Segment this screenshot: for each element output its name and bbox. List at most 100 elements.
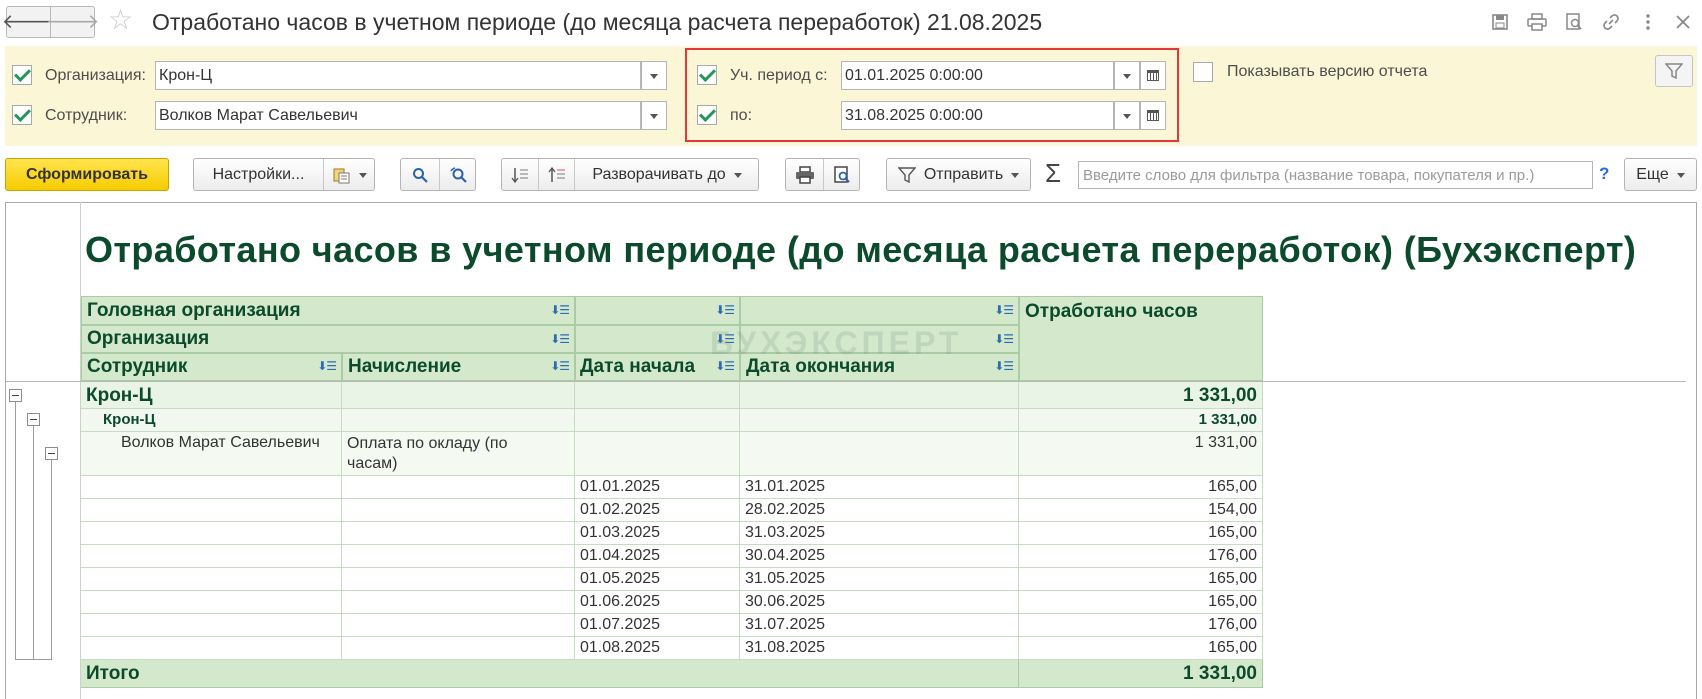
print-preview-button[interactable] [823,159,860,190]
group-row-org[interactable]: Крон-Ц 1 331,00 [81,409,1263,432]
table-row[interactable]: 01.01.2025 31.01.2025 165,00 [81,476,1263,499]
search-filter-input[interactable]: Введите слово для фильтра (название това… [1078,161,1593,189]
collapse-group1-icon[interactable] [9,389,22,402]
search-button[interactable] [401,159,439,190]
period-from-checkbox[interactable] [697,65,717,85]
sum-sigma-icon[interactable]: Σ [1045,160,1061,186]
organization-checkbox[interactable] [12,65,32,85]
collapse-group3-icon[interactable] [45,447,58,460]
group3-hours: 1 331,00 [1019,432,1263,476]
more-label: Еще [1636,165,1669,183]
period-to-dropdown-button[interactable] [1114,101,1140,130]
expand-to-button[interactable]: Разворачивать до [574,159,759,190]
sort-icon[interactable]: ⬇☰ [550,303,570,317]
send-label: Отправить [923,165,1004,183]
close-icon[interactable] [1671,10,1695,34]
link-icon[interactable] [1599,10,1623,34]
period-from-dropdown-button[interactable] [1114,61,1140,90]
sort-icon[interactable]: ⬇☰ [715,303,735,317]
show-version-checkbox[interactable] [1193,62,1213,82]
collapse-all-button[interactable] [502,159,538,190]
table-row[interactable]: 01.07.2025 31.07.2025 176,00 [81,614,1263,637]
expand-icon [547,166,565,182]
empty-cell [575,432,740,476]
send-button[interactable]: Отправить [886,158,1031,191]
table-row[interactable]: 01.03.2025 31.03.2025 165,00 [81,522,1263,545]
help-icon[interactable]: ? [1599,164,1609,184]
settings-button-group: Настройки... [193,158,375,191]
sort-icon[interactable]: ⬇☰ [550,359,570,373]
expand-button-group: Разворачивать до [501,158,759,191]
organization-dropdown-button[interactable] [641,61,667,90]
date-end-cell: 30.06.2025 [740,591,1019,614]
group2-hours: 1 331,00 [1019,409,1263,432]
empty-cell [575,409,740,432]
window-title: Отработано часов в учетном периоде (до м… [152,9,1043,35]
more-icon[interactable] [1636,10,1660,34]
period-to-calendar-icon[interactable] [1140,101,1166,130]
date-end-cell: 31.01.2025 [740,476,1019,499]
date-start-cell: 01.07.2025 [575,614,740,637]
date-end-cell: 31.05.2025 [740,568,1019,591]
period-from-field[interactable]: 01.01.2025 0:00:00 [841,61,1114,90]
sort-icon[interactable]: ⬇☰ [550,332,570,346]
search-next-button[interactable] [439,159,476,190]
back-button[interactable]: 🡐 [2,6,55,38]
empty-cell [342,382,575,409]
settings-button[interactable]: Настройки... [194,159,323,190]
expand-all-button[interactable] [538,159,574,190]
sort-icon[interactable]: ⬇☰ [994,332,1014,346]
print-report-button[interactable] [786,159,823,190]
date-end-cell: 31.07.2025 [740,614,1019,637]
group3-accrual-line1: Оплата по окладу (по [347,435,508,452]
favorite-star-icon[interactable]: ☆ [108,6,133,34]
empty-cell [81,545,342,568]
group-row-head-org[interactable]: Крон-Ц 1 331,00 [81,382,1263,409]
organization-field[interactable]: Крон-Ц [155,61,641,90]
date-start-cell: 01.02.2025 [575,499,740,522]
period-to-label: по: [730,107,753,124]
header-hours-text: Отработано часов [1025,301,1198,322]
table-row[interactable]: 01.08.2025 31.08.2025 165,00 [81,637,1263,660]
employee-field[interactable]: Волков Марат Савельевич [155,101,641,130]
period-to-checkbox[interactable] [697,105,717,125]
group2-name: Крон-Ц [81,409,342,432]
sort-icon[interactable]: ⬇☰ [317,359,337,373]
print-preview-icon [834,165,850,183]
empty-cell [342,522,575,545]
show-version-label: Показывать версию отчета [1227,63,1428,80]
table-row[interactable]: 01.02.2025 28.02.2025 154,00 [81,499,1263,522]
period-from-calendar-icon[interactable] [1140,61,1166,90]
empty-cell [342,568,575,591]
group-row-employee[interactable]: Волков Марат Савельевич Оплата по окладу… [81,432,1263,476]
sort-icon[interactable]: ⬇☰ [994,359,1014,373]
sort-icon[interactable]: ⬇☰ [994,303,1014,317]
empty-cell [81,568,342,591]
report-variant-icon [333,168,349,183]
empty-cell [342,499,575,522]
preview-icon[interactable] [1562,10,1586,34]
table-row[interactable]: 01.05.2025 31.05.2025 165,00 [81,568,1263,591]
empty-cell [342,545,575,568]
more-button[interactable]: Еще [1624,158,1697,191]
save-icon[interactable] [1488,10,1512,34]
header-accrual-text: Начисление [348,356,462,377]
employee-checkbox[interactable] [12,105,32,125]
print-icon[interactable] [1525,10,1549,34]
table-row[interactable]: 01.06.2025 30.06.2025 165,00 [81,591,1263,614]
search-button-group [400,158,476,191]
variant-menu-button[interactable] [323,159,375,190]
header-org: Организация ⬇☰ [81,325,575,353]
collapse-group2-icon[interactable] [27,413,40,426]
empty-cell [342,591,575,614]
printer-icon [795,165,814,184]
period-to-field[interactable]: 31.08.2025 0:00:00 [841,101,1114,130]
send-icon [897,166,916,183]
table-row[interactable]: 01.04.2025 30.04.2025 176,00 [81,545,1263,568]
forward-button[interactable]: 🡒 [46,6,99,38]
generate-button[interactable]: Сформировать [5,158,169,191]
employee-dropdown-button[interactable] [641,101,667,130]
empty-cell [740,382,1019,409]
hours-cell: 154,00 [1019,499,1263,522]
filter-settings-button[interactable] [1655,55,1693,87]
